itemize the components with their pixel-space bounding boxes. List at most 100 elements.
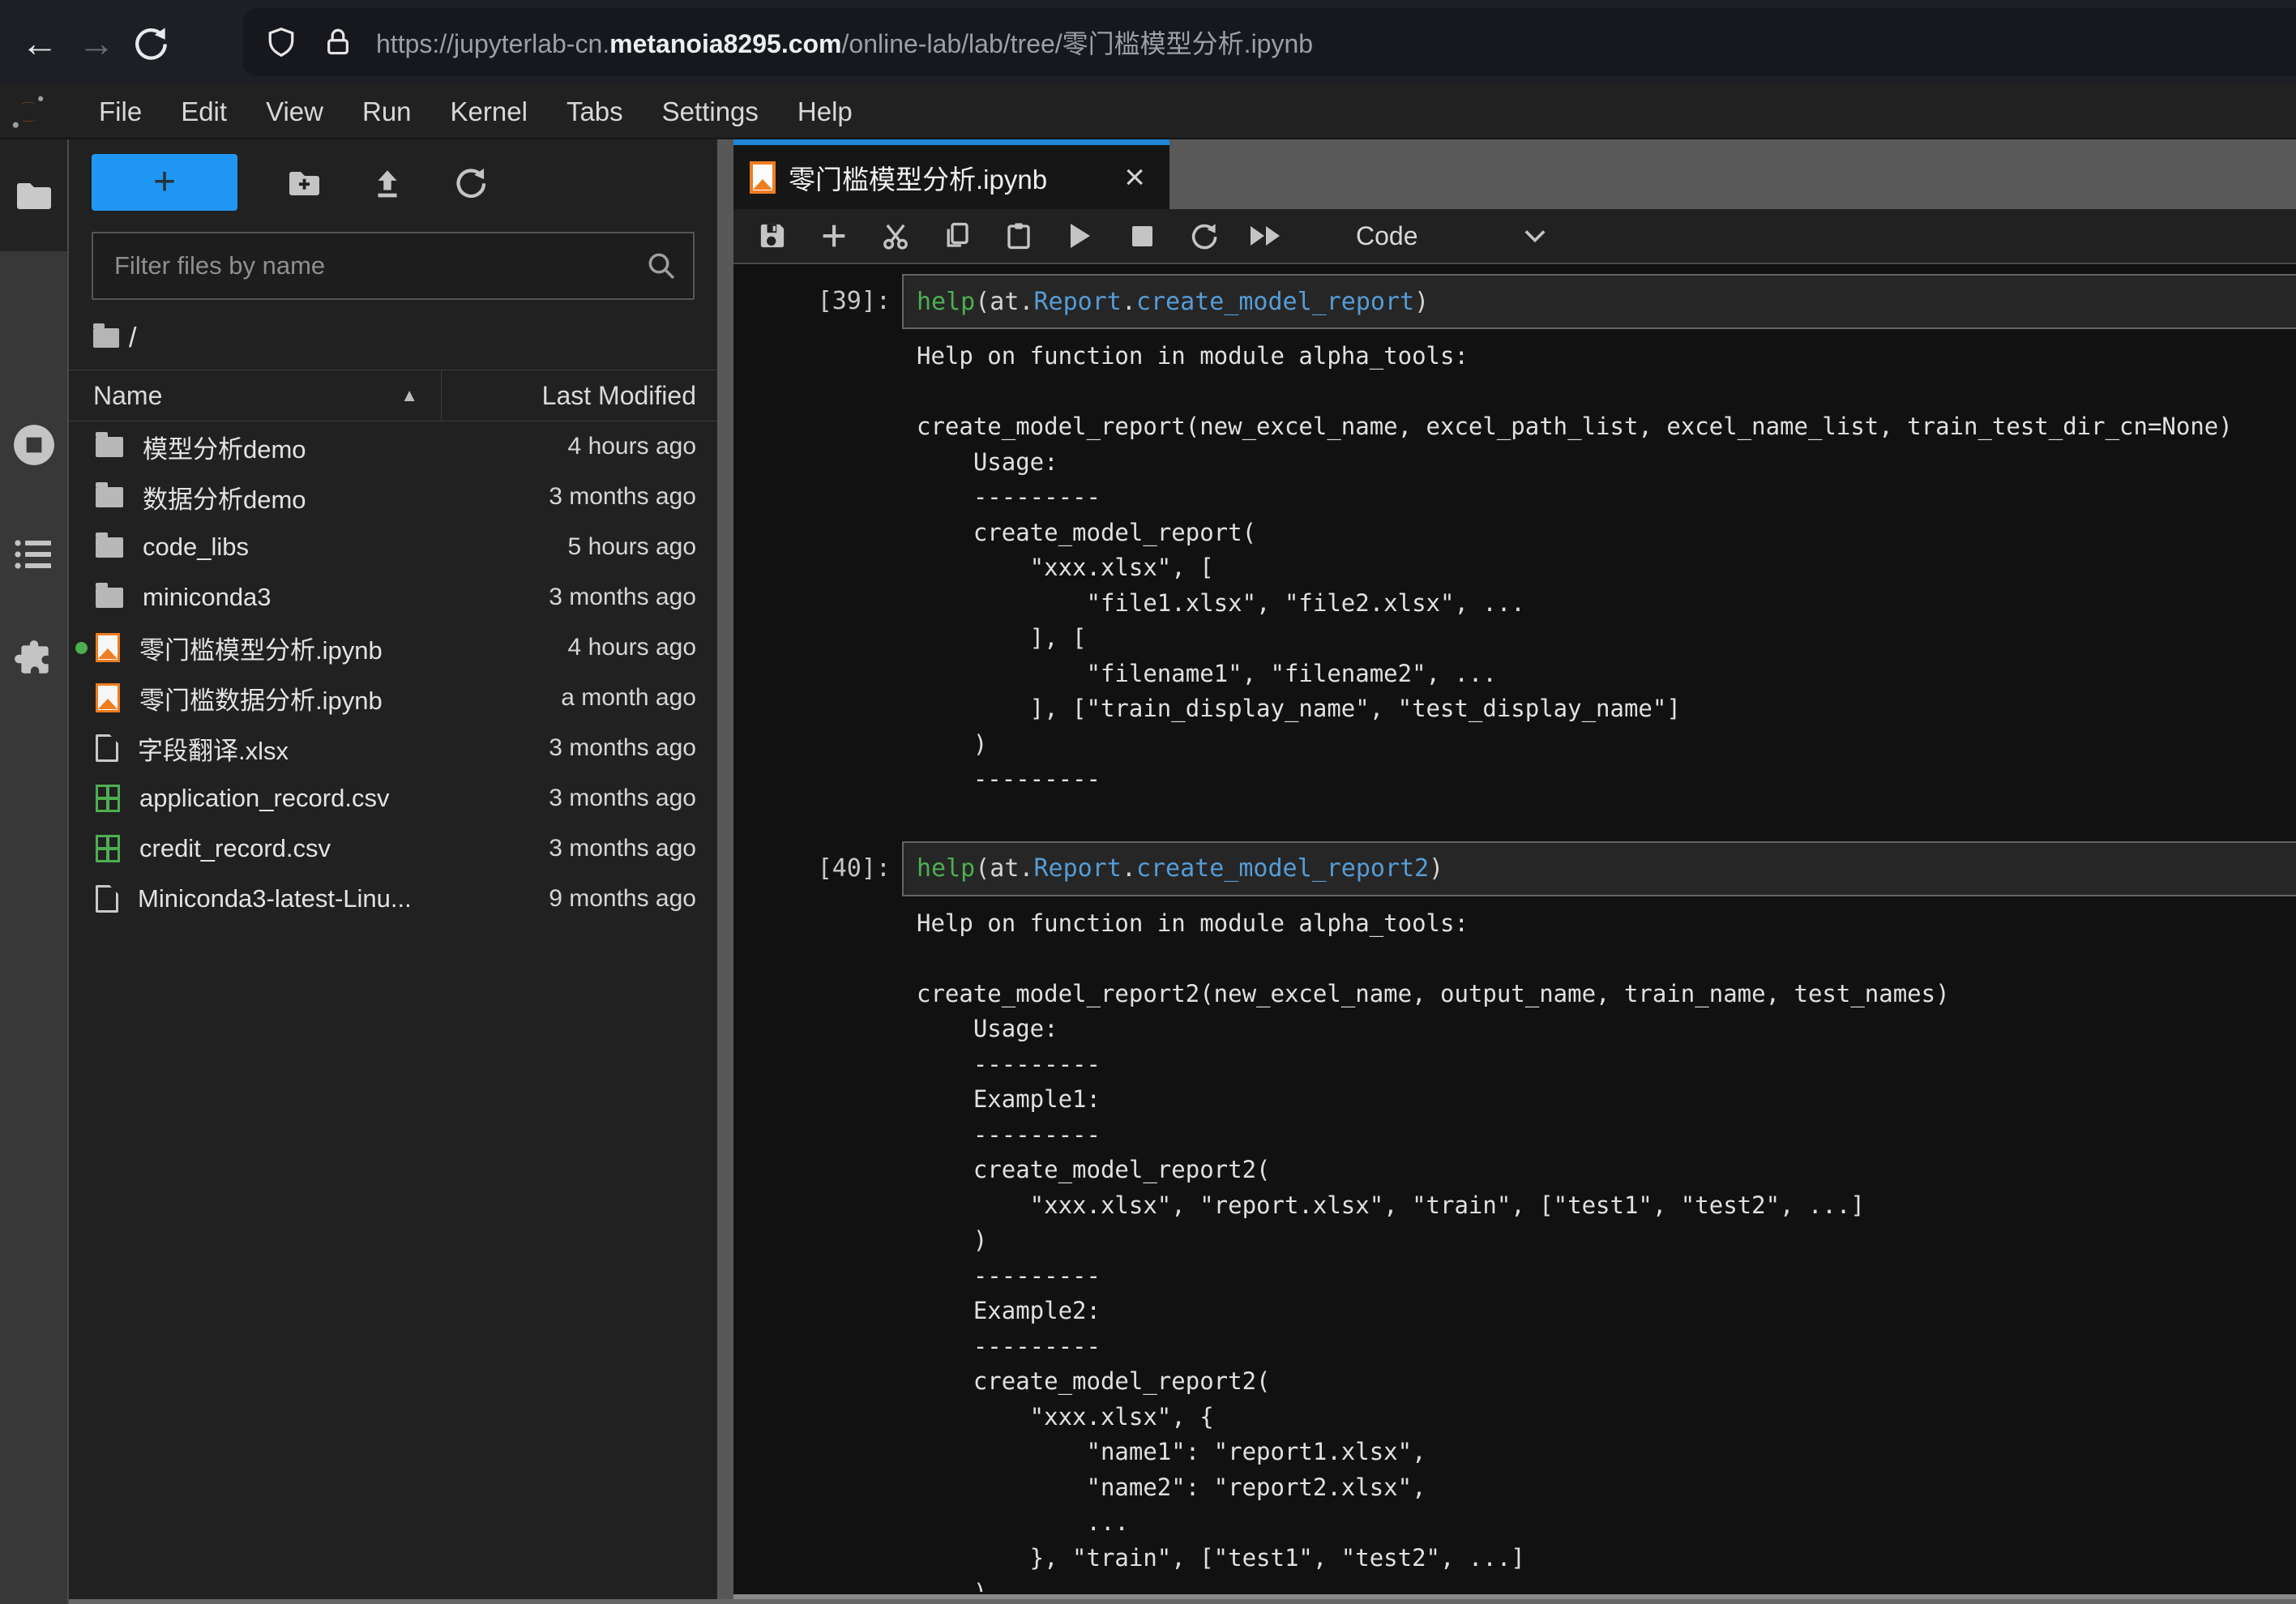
paste-icon bbox=[1004, 221, 1033, 250]
close-icon[interactable]: × bbox=[1124, 161, 1145, 194]
restart-kernel-button[interactable] bbox=[1189, 220, 1218, 251]
run-cell-button[interactable] bbox=[1066, 224, 1095, 248]
paste-cells-button[interactable] bbox=[1004, 221, 1033, 250]
browser-toolbar: ← → https://jupyterlab-cn.metanoia8295.c… bbox=[0, 0, 2296, 85]
menu-help[interactable]: Help bbox=[778, 84, 872, 139]
notebook-dock-panel: 零门槛模型分析.ipynb × Code [39]: bbox=[733, 139, 2296, 1604]
file-modified: 3 months ago bbox=[549, 584, 717, 611]
stop-circle-icon bbox=[12, 423, 56, 467]
insert-cell-button[interactable] bbox=[819, 222, 849, 250]
file-name: application_record.csv bbox=[139, 784, 389, 813]
save-icon bbox=[758, 221, 787, 250]
menu-file[interactable]: File bbox=[79, 84, 161, 139]
code-cell[interactable]: [40]: help(at.Report.create_model_report… bbox=[733, 841, 2296, 896]
browser-back-icon[interactable]: ← bbox=[11, 21, 68, 65]
file-row[interactable]: 数据分析demo 3 months ago bbox=[69, 472, 717, 522]
panel-resize-handle[interactable] bbox=[717, 139, 733, 1604]
upload-icon bbox=[370, 165, 404, 199]
file-row[interactable]: miniconda3 3 months ago bbox=[69, 572, 717, 622]
refresh-button[interactable] bbox=[453, 165, 487, 199]
file-row[interactable]: code_libs 5 hours ago bbox=[69, 522, 717, 572]
sidebar-item-running-kernels[interactable] bbox=[0, 423, 67, 467]
column-header-last-modified[interactable]: Last Modified bbox=[442, 381, 717, 411]
browser-refresh-icon[interactable] bbox=[131, 24, 188, 62]
cell-output: Help on function in module alpha_tools: … bbox=[917, 339, 2296, 798]
stop-icon bbox=[1132, 226, 1152, 246]
tab-title: 零门槛模型分析.ipynb bbox=[789, 158, 1047, 197]
fast-forward-icon bbox=[1251, 226, 1280, 246]
cell-prompt: [39]: bbox=[733, 274, 902, 329]
search-icon bbox=[646, 250, 677, 281]
file-row[interactable]: 零门槛模型分析.ipynb 4 hours ago bbox=[69, 622, 717, 673]
tracking-shield-icon[interactable] bbox=[266, 26, 297, 58]
sort-ascending-icon: ▲ bbox=[400, 385, 418, 406]
folder-icon bbox=[96, 588, 123, 608]
puzzle-icon bbox=[14, 639, 54, 679]
file-name: 字段翻译.xlsx bbox=[138, 730, 289, 767]
menu-settings[interactable]: Settings bbox=[643, 84, 778, 139]
save-button[interactable] bbox=[758, 221, 787, 250]
folder-icon bbox=[96, 487, 123, 507]
file-filter-input[interactable] bbox=[93, 251, 646, 280]
cell-code-editor[interactable]: help(at.Report.create_model_report2) bbox=[902, 841, 2296, 896]
file-name: 零门槛模型分析.ipynb bbox=[139, 630, 383, 666]
file-name: code_libs bbox=[143, 533, 249, 562]
copy-cells-button[interactable] bbox=[943, 221, 972, 250]
file-filter-box bbox=[92, 232, 695, 300]
lock-icon[interactable] bbox=[324, 27, 352, 58]
plus-icon bbox=[820, 222, 848, 250]
sidebar-item-table-of-contents[interactable] bbox=[0, 538, 67, 572]
file-row[interactable]: credit_record.csv 3 months ago bbox=[69, 823, 717, 874]
new-folder-icon bbox=[286, 167, 322, 198]
refresh-icon bbox=[453, 165, 487, 199]
file-modified: 3 months ago bbox=[549, 734, 717, 762]
code-cell[interactable]: [39]: help(at.Report.create_model_report… bbox=[733, 274, 2296, 329]
list-icon bbox=[14, 538, 54, 572]
cell-prompt: [40]: bbox=[733, 841, 902, 896]
interrupt-kernel-button[interactable] bbox=[1127, 226, 1157, 246]
upload-button[interactable] bbox=[370, 165, 404, 199]
breadcrumb[interactable]: / bbox=[93, 321, 717, 355]
menu-kernel[interactable]: Kernel bbox=[431, 84, 547, 139]
column-header-name[interactable]: Name ▲ bbox=[69, 370, 442, 421]
new-launcher-button[interactable]: + bbox=[92, 154, 237, 211]
file-modified: 4 hours ago bbox=[568, 634, 717, 661]
chevron-down-icon[interactable] bbox=[1524, 229, 1546, 243]
scissors-icon bbox=[881, 221, 910, 250]
file-name: miniconda3 bbox=[143, 583, 272, 612]
browser-forward-icon[interactable]: → bbox=[68, 21, 125, 65]
address-bar[interactable]: https://jupyterlab-cn.metanoia8295.com/o… bbox=[243, 8, 2296, 76]
menu-tabs[interactable]: Tabs bbox=[547, 84, 643, 139]
jupyter-logo-icon bbox=[10, 93, 47, 130]
file-modified: 9 months ago bbox=[549, 885, 717, 913]
folder-icon bbox=[96, 537, 123, 558]
cell-code-editor[interactable]: help(at.Report.create_model_report) bbox=[902, 274, 2296, 329]
restart-run-all-button[interactable] bbox=[1251, 226, 1280, 246]
notebook-icon bbox=[96, 683, 120, 712]
file-modified: a month ago bbox=[561, 684, 717, 712]
file-row[interactable]: 零门槛数据分析.ipynb a month ago bbox=[69, 673, 717, 723]
file-row[interactable]: Miniconda3-latest-Linu... 9 months ago bbox=[69, 874, 717, 924]
sidebar-item-extensions[interactable] bbox=[0, 639, 67, 679]
tab-notebook[interactable]: 零门槛模型分析.ipynb × bbox=[733, 139, 1169, 209]
menu-view[interactable]: View bbox=[246, 84, 343, 139]
file-name: Miniconda3-latest-Linu... bbox=[138, 884, 412, 913]
cut-cells-button[interactable] bbox=[881, 221, 910, 250]
cell-type-dropdown[interactable]: Code bbox=[1356, 221, 1418, 251]
menu-edit[interactable]: Edit bbox=[161, 84, 246, 139]
menu-run[interactable]: Run bbox=[343, 84, 431, 139]
notebook-icon bbox=[96, 633, 120, 662]
copy-icon bbox=[943, 221, 972, 250]
notebook-scroll-area[interactable]: [39]: help(at.Report.create_model_report… bbox=[733, 266, 2296, 1592]
file-name: 零门槛数据分析.ipynb bbox=[139, 680, 383, 716]
sidebar-item-filebrowser[interactable] bbox=[0, 139, 67, 251]
new-folder-button[interactable] bbox=[286, 167, 322, 198]
home-folder-icon[interactable] bbox=[93, 328, 119, 348]
file-row[interactable]: 字段翻译.xlsx 3 months ago bbox=[69, 723, 717, 773]
file-name: 模型分析demo bbox=[143, 429, 306, 465]
notebook-toolbar: Code bbox=[733, 209, 2296, 264]
window-bottom-edge bbox=[69, 1599, 2296, 1604]
file-name: 数据分析demo bbox=[143, 479, 306, 515]
file-row[interactable]: application_record.csv 3 months ago bbox=[69, 773, 717, 823]
file-row[interactable]: 模型分析demo 4 hours ago bbox=[69, 421, 717, 472]
